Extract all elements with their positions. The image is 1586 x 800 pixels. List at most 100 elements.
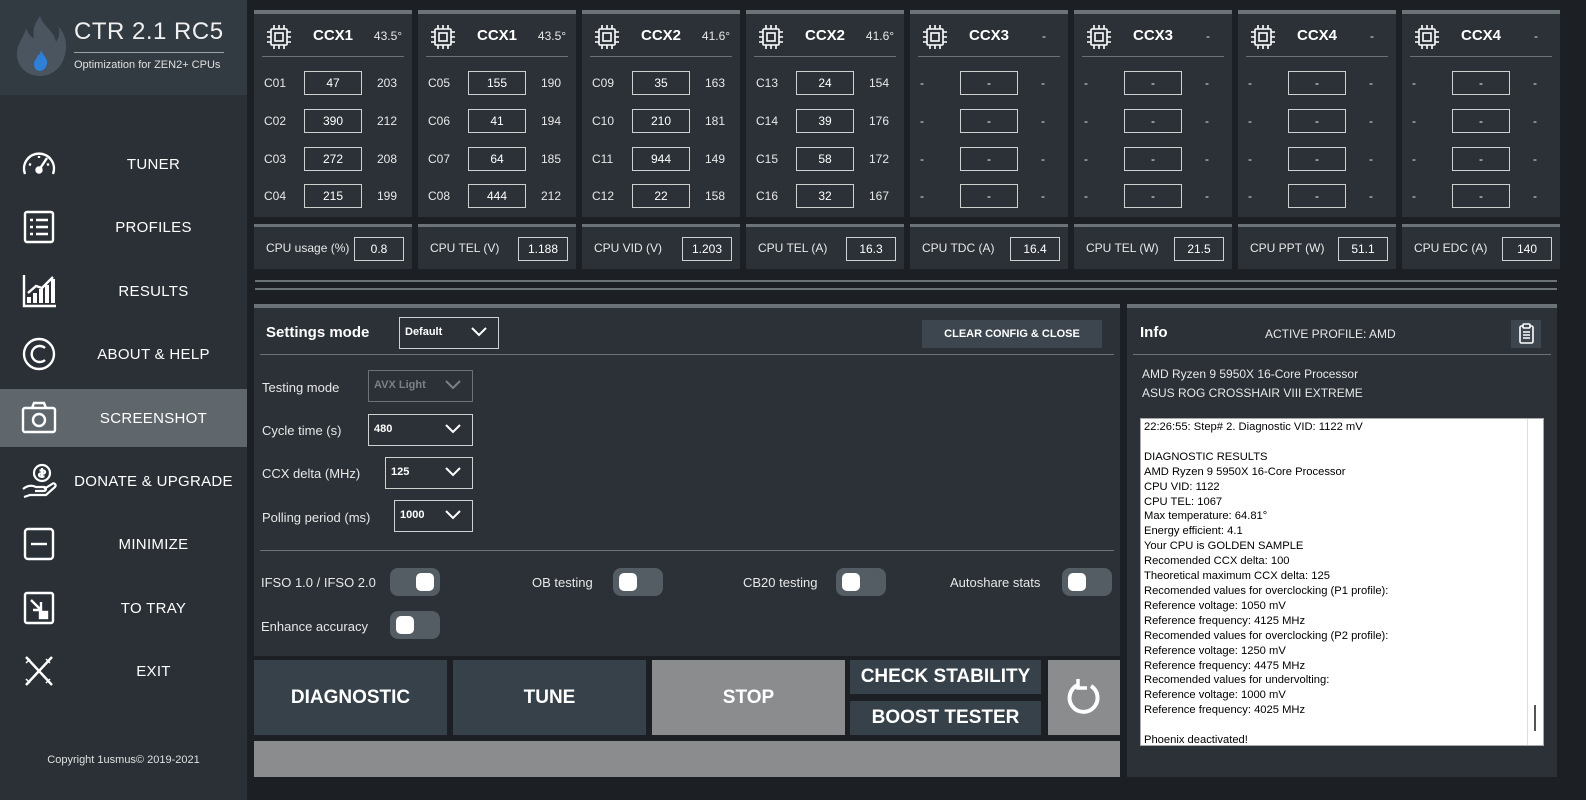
sidebar-item-screenshot[interactable]: SCREENSHOT	[0, 389, 247, 447]
core-row: ---	[1238, 71, 1396, 95]
core-label: C11	[592, 152, 614, 166]
ccx-divider	[426, 56, 568, 57]
testing-mode-dropdown[interactable]: AVX Light	[368, 370, 473, 402]
core-label: -	[1412, 114, 1416, 128]
core-value-field[interactable]: 272	[304, 147, 362, 171]
sidebar-item-profiles[interactable]: PROFILES	[0, 198, 247, 256]
core-value-field[interactable]: -	[1288, 71, 1346, 95]
testing-mode-label: Testing mode	[262, 380, 340, 395]
log-scrollbar[interactable]	[1527, 419, 1543, 745]
core-value-field[interactable]: 210	[632, 109, 690, 133]
core-value-field[interactable]: -	[1452, 71, 1510, 95]
core-value-field[interactable]: -	[1124, 109, 1182, 133]
core-value-field[interactable]: -	[960, 147, 1018, 171]
core-value-field[interactable]: -	[1452, 109, 1510, 133]
core-row: C04 215 199	[254, 184, 412, 208]
core-row: C13 24 154	[746, 71, 904, 95]
core-value-field[interactable]: 22	[632, 184, 690, 208]
toggle-knob	[396, 616, 414, 634]
core-value-field[interactable]: -	[960, 109, 1018, 133]
sidebar-item-minimize[interactable]: MINIMIZE	[0, 515, 247, 573]
core-frequency: -	[1369, 189, 1373, 203]
ccx-delta-dropdown[interactable]: 125	[385, 457, 473, 489]
core-value-field[interactable]: 39	[796, 109, 854, 133]
ob-testing-toggle[interactable]	[613, 568, 663, 596]
core-value-field[interactable]: -	[1452, 184, 1510, 208]
core-row: ---	[1074, 184, 1232, 208]
core-value-field[interactable]: 41	[468, 109, 526, 133]
refresh-button[interactable]	[1048, 660, 1120, 735]
core-row: C06 41 194	[418, 109, 576, 133]
core-value-field[interactable]: -	[1124, 147, 1182, 171]
core-value-field[interactable]: 444	[468, 184, 526, 208]
core-value-field[interactable]: 24	[796, 71, 854, 95]
tune-button[interactable]: TUNE	[453, 660, 646, 735]
core-value-field[interactable]: -	[1288, 184, 1346, 208]
core-row: C15 58 172	[746, 147, 904, 171]
core-label: -	[1248, 152, 1252, 166]
ccx-name: CCX3	[1132, 27, 1173, 44]
core-value-field[interactable]: -	[1452, 147, 1510, 171]
copy-clipboard-button[interactable]	[1511, 320, 1541, 348]
core-label: C07	[428, 152, 451, 166]
core-frequency: 208	[376, 152, 398, 166]
ccx-temperature: -	[1370, 29, 1374, 43]
dropdown-value: AVX Light	[374, 379, 426, 391]
cycle-time-dropdown[interactable]: 480	[368, 414, 473, 446]
scrollbar-thumb[interactable]	[1534, 705, 1536, 731]
polling-period-dropdown[interactable]: 1000	[394, 500, 473, 532]
autoshare-stats-toggle[interactable]	[1062, 568, 1112, 596]
log-textbox[interactable]: 22:26:55: Step# 2. Diagnostic VID: 1122 …	[1140, 418, 1544, 746]
core-value-field[interactable]: 64	[468, 147, 526, 171]
cpu-chip-icon	[923, 25, 947, 49]
cpu-chip-icon	[595, 25, 619, 49]
metric-panel: CPU TEL (V) 1.188	[418, 224, 576, 269]
core-label: C01	[264, 76, 287, 90]
clear-config-close-button[interactable]: CLEAR CONFIG & CLOSE	[922, 320, 1102, 348]
core-value-field[interactable]: 390	[304, 109, 362, 133]
core-value-field[interactable]: 32	[796, 184, 854, 208]
cb20-testing-toggle[interactable]	[836, 568, 886, 596]
core-value-field[interactable]: -	[1124, 71, 1182, 95]
ccx-divider	[590, 56, 732, 57]
ccx-name: CCX4	[1296, 27, 1337, 44]
core-value-field[interactable]: 155	[468, 71, 526, 95]
motherboard-name: ASUS ROG CROSSHAIR VIII EXTREME	[1142, 386, 1363, 400]
sidebar-item-donate-upgrade[interactable]: DONATE & UPGRADE	[0, 452, 247, 510]
core-value-field[interactable]: -	[960, 184, 1018, 208]
core-value-field[interactable]: 47	[304, 71, 362, 95]
toggle-knob	[416, 573, 434, 591]
core-row: ---	[910, 147, 1068, 171]
chevron-down-icon	[471, 327, 487, 337]
metric-value-field: 0.8	[354, 237, 404, 261]
sidebar-item-about-help[interactable]: ABOUT & HELP	[0, 325, 247, 383]
core-value-field[interactable]: -	[1124, 184, 1182, 208]
ccx-divider	[1082, 56, 1224, 57]
core-value-field[interactable]: -	[1288, 109, 1346, 133]
core-label: C06	[428, 114, 451, 128]
ifso-toggle[interactable]	[390, 568, 440, 596]
core-value-field[interactable]: 35	[632, 71, 690, 95]
core-value-field[interactable]: 58	[796, 147, 854, 171]
core-label: C15	[756, 152, 779, 166]
diagnostic-button[interactable]: DIAGNOSTIC	[254, 660, 447, 735]
boost-tester-button[interactable]: BOOST TESTER	[850, 701, 1041, 735]
sidebar-item-results[interactable]: RESULTS	[0, 262, 247, 320]
sidebar-item-to-tray[interactable]: TO TRAY	[0, 579, 247, 637]
sidebar-item-tuner[interactable]: TUNER	[0, 135, 247, 193]
core-value-field[interactable]: 944	[632, 147, 690, 171]
ccx-header: CCX3 -	[910, 14, 1068, 56]
ccx-divider	[1246, 56, 1388, 57]
core-value-field[interactable]: -	[1288, 147, 1346, 171]
core-frequency: -	[1533, 76, 1537, 90]
settings-mode-dropdown[interactable]: Default	[399, 317, 499, 349]
core-value-field[interactable]: -	[960, 71, 1018, 95]
core-value-field[interactable]: 215	[304, 184, 362, 208]
enhance-accuracy-toggle[interactable]	[390, 611, 440, 639]
check-stability-button[interactable]: CHECK STABILITY	[850, 660, 1041, 694]
stop-button[interactable]: STOP	[652, 660, 845, 735]
metric-value-field: 51.1	[1338, 237, 1388, 261]
core-frequency: -	[1205, 189, 1209, 203]
sidebar-item-exit[interactable]: EXIT	[0, 642, 247, 700]
core-row: ---	[910, 184, 1068, 208]
